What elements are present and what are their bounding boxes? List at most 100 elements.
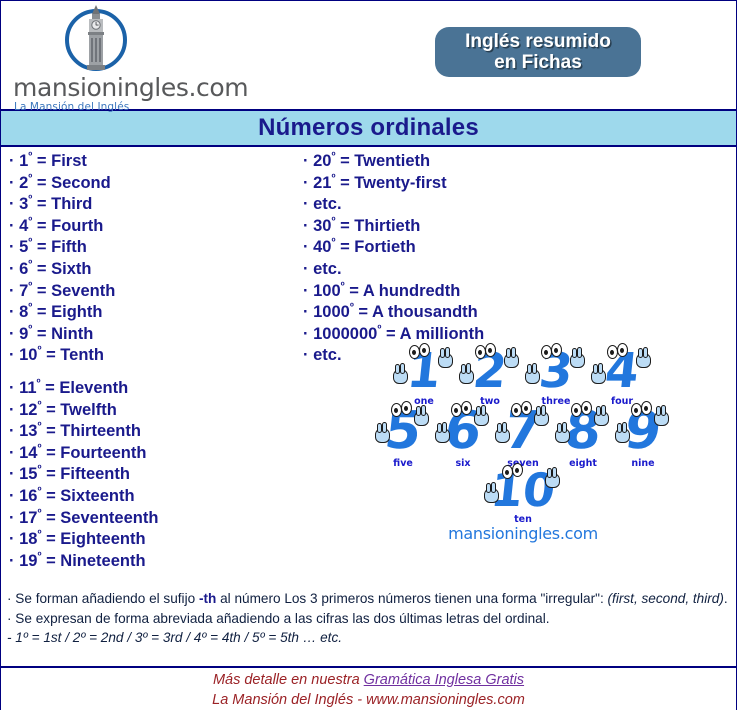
cartoon-hand-icon <box>636 347 651 368</box>
ordinal-row: · 18º = Eighteenth <box>9 529 299 551</box>
bullet-icon: · <box>9 346 20 365</box>
ordinal-row: · 30º = Thirtieth <box>303 216 603 238</box>
note-1-part-c: . <box>723 591 728 606</box>
ordinal-word: Third <box>51 195 93 214</box>
ordinal-number: 6 <box>19 259 29 278</box>
ordinal-word: First <box>51 152 87 170</box>
ordinal-word: Fifth <box>51 238 87 257</box>
badge-text: Inglés resumido en Fichas <box>465 31 611 73</box>
cartoon-hand-icon <box>414 405 429 426</box>
cartoon-eye-icon <box>551 343 562 357</box>
ordinal-etc-label: etc. <box>313 195 342 214</box>
cartoon-eye-icon <box>581 401 592 415</box>
site-logo: mansioningles.com La Mansión del Inglés <box>9 5 249 113</box>
ordinal-number: 7 <box>19 281 29 300</box>
cartoon-hand-icon <box>545 467 560 488</box>
bullet-icon: · <box>9 324 20 343</box>
footer: Más detalle en nuestra Gramática Inglesa… <box>1 666 736 711</box>
number-glyph-holder: 3 <box>525 343 587 399</box>
bullet-icon: · <box>9 173 20 192</box>
equals-sign: = <box>41 486 61 505</box>
number-glyph-holder: 5 <box>375 401 431 461</box>
note-1-part-a: · Se forman añadiendo el sufijo <box>7 591 199 606</box>
equals-sign: = <box>32 173 52 192</box>
number-figure: 10 ten <box>484 463 562 525</box>
ordinals-column-right: · 20º = Twentieth · 21º = Twenty-first · e… <box>303 151 603 367</box>
number-glyph-holder: 6 <box>435 401 491 461</box>
footer-prefix: Más detalle en nuestra <box>212 671 364 688</box>
note-1-suffix-th: -th <box>198 591 217 606</box>
logo-wordmark: mansioningles.com <box>13 73 249 102</box>
bullet-icon: · <box>9 216 20 235</box>
number-glyph-holder: 10 <box>484 463 562 517</box>
equals-sign: = <box>335 173 355 192</box>
bullet-icon: · <box>9 465 20 484</box>
cartoon-hand-icon <box>484 481 499 503</box>
number-figure: 3 three <box>525 343 587 407</box>
ordinal-word: Fourteenth <box>60 443 147 462</box>
bullet-icon: · <box>303 216 314 235</box>
cartoon-hand-icon <box>615 422 630 444</box>
cartoon-hand-icon <box>570 347 585 368</box>
ordinal-word: Twenty-first <box>354 173 447 192</box>
number-figure-row: 1 one 2 two 3 three 4 four <box>373 343 673 407</box>
ordinal-row: · 13º = Thirteenth <box>9 421 299 443</box>
ordinal-row: · 21º = Twenty-first <box>303 173 603 195</box>
number-glyph-holder: 4 <box>591 343 653 399</box>
ordinal-etc-label: etc. <box>313 346 342 365</box>
content-area: · 1º = First · 2º = Second · 3º = Third · 4… <box>1 147 736 575</box>
cartoon-eye-icon <box>641 401 652 415</box>
ordinal-number: 19 <box>19 551 38 570</box>
number-figure: 6 six <box>435 401 491 469</box>
ordinal-word: Tenth <box>60 346 104 365</box>
bullet-icon: · <box>9 443 20 462</box>
ordinal-etc-label: etc. <box>313 259 342 278</box>
ordinal-number: 2 <box>19 173 29 192</box>
ordinal-word: Twentieth <box>354 152 431 170</box>
equals-sign: = <box>41 508 61 527</box>
ordinal-row: · 11º = Eleventh <box>9 378 299 400</box>
cartoon-eye-icon <box>401 401 412 415</box>
ordinal-row: · 10º = Tenth <box>9 345 299 367</box>
number-glyph-holder: 8 <box>555 401 611 461</box>
ordinal-number: 40 <box>313 238 332 257</box>
bullet-icon: · <box>9 238 20 257</box>
bullet-icon: · <box>9 152 20 170</box>
ordinal-row: · 14º = Fourteenth <box>9 443 299 465</box>
ordinal-word: Seventeenth <box>60 508 159 527</box>
ordinal-row: · 20º = Twentieth <box>303 151 603 173</box>
ordinal-number: 16 <box>19 486 38 505</box>
equals-sign: = <box>32 324 52 343</box>
ordinal-row: · 17º = Seventeenth <box>9 508 299 530</box>
ordinal-number: 15 <box>19 465 38 484</box>
ordinal-number: 8 <box>19 303 29 322</box>
equals-sign: = <box>381 324 400 343</box>
ordinal-word: A hundredth <box>362 281 461 300</box>
ordinal-number: 18 <box>19 530 38 549</box>
bullet-icon: · <box>9 259 20 278</box>
ordinal-row: · etc. <box>303 259 603 281</box>
ordinal-row: · 1º = First <box>9 151 299 173</box>
ordinal-word: A millionth <box>399 324 485 343</box>
bullet-icon: · <box>9 303 20 322</box>
ordinal-row: · 4º = Fourth <box>9 216 299 238</box>
number-figure: 8 eight <box>555 401 611 469</box>
ordinal-word: Second <box>51 173 111 192</box>
bullet-icon: · <box>303 173 314 192</box>
note-line-2: · Se expresan de forma abreviada añadien… <box>7 610 550 626</box>
equals-sign: = <box>344 281 363 300</box>
bullet-icon: · <box>9 486 20 505</box>
illustration-rows: 1 one 2 two 3 three 4 four 5 five 6 six 7 seven 8 eight… <box>373 343 673 525</box>
ordinal-row: · 15º = Fifteenth <box>9 464 299 486</box>
grammar-link[interactable]: Gramática Inglesa Gratis <box>364 672 524 688</box>
equals-sign: = <box>32 152 52 170</box>
inglés-resumido-badge: Inglés resumido en Fichas <box>435 27 641 77</box>
title-band: Números ordinales <box>1 109 736 147</box>
ordinal-word: Ninth <box>51 324 94 343</box>
bullet-icon: · <box>303 238 314 257</box>
cartoon-numbers-illustration: 1 one 2 two 3 three 4 four 5 five 6 six 7 seven 8 eight… <box>373 343 673 567</box>
note-1-examples: (first, second, third) <box>607 591 724 606</box>
ordinal-word: Thirteenth <box>60 422 141 441</box>
ordinal-row: · 5º = Fifth <box>9 237 299 259</box>
number-figure: 7 seven <box>495 401 551 469</box>
